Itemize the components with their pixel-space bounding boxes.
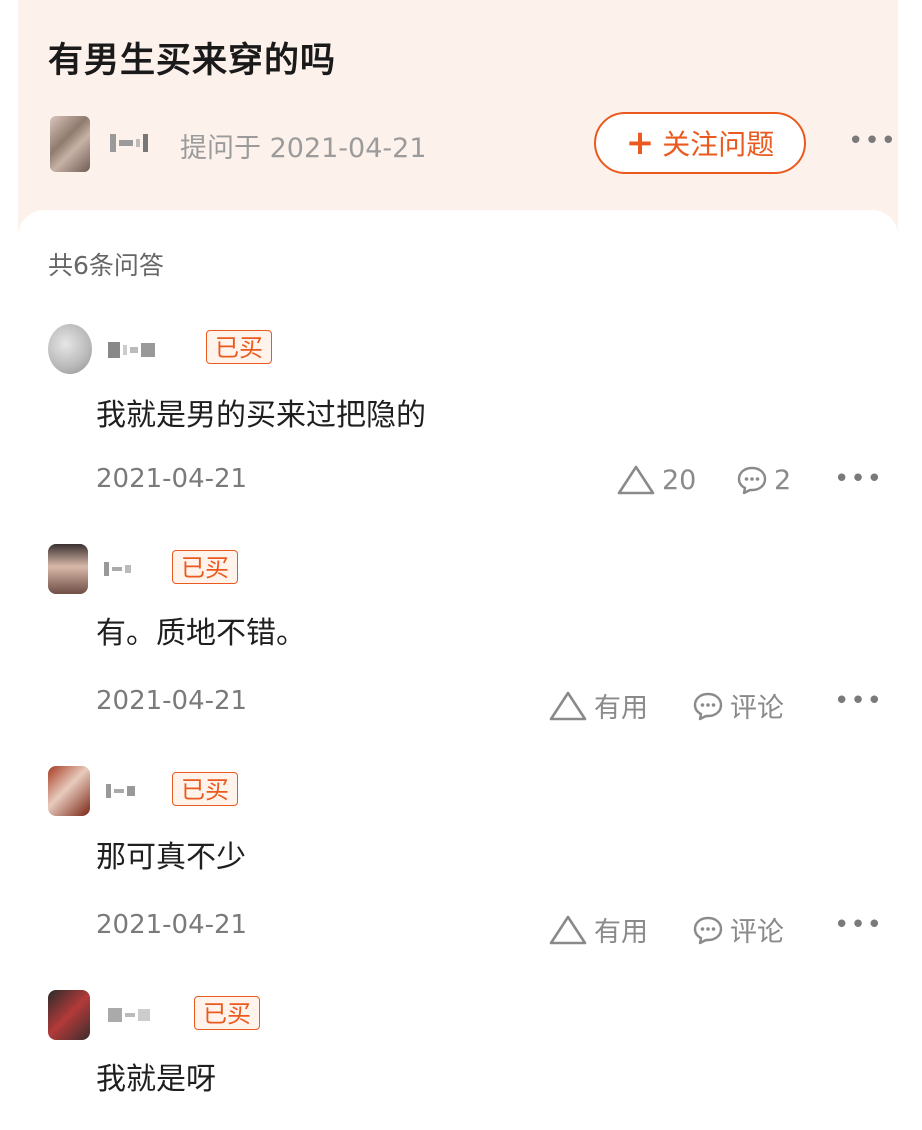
question-header: 有男生买来穿的吗 提问于 2021-04-21 + 关注问题 ••• [18, 0, 898, 240]
answer-meta: 2021-04-21 20 2 ••• [96, 464, 888, 504]
answers-count: 共6条问答 [48, 251, 164, 280]
useful-button[interactable]: 有用 [548, 686, 648, 725]
question-title: 有男生买来穿的吗 [48, 41, 337, 81]
comment-count: 2 [774, 464, 792, 496]
answerer-avatar[interactable] [48, 324, 92, 374]
comment-bubble-icon [693, 916, 723, 944]
bought-badge: 已买 [172, 772, 238, 806]
answer-header: 已买 [48, 766, 888, 822]
answer-text: 我就是呀 [96, 1062, 216, 1097]
comment-label: 评论 [730, 693, 784, 724]
answer-item: 已买 我就是呀 [48, 990, 888, 1097]
triangle-useful-icon [617, 465, 655, 495]
comment-label: 评论 [730, 917, 784, 948]
asked-date: 提问于 2021-04-21 [180, 133, 427, 164]
answer-date: 2021-04-21 [96, 464, 248, 494]
answers-card: 共6条问答 已买 我就是男的买来过把隐的 2021-04-21 20 2 ••• [18, 210, 898, 1130]
answer-meta: 2021-04-21 有用 评论 ••• [96, 910, 888, 950]
answer-item: 已买 那可真不少 2021-04-21 有用 评论 ••• [48, 766, 888, 948]
answer-header: 已买 [48, 544, 888, 600]
plus-icon: + [625, 123, 655, 163]
answerer-avatar[interactable] [48, 544, 88, 594]
follow-question-label: 关注问题 [662, 128, 775, 161]
asker-name-blurred [110, 134, 148, 152]
answerer-avatar[interactable] [48, 766, 90, 816]
answerer-avatar[interactable] [48, 990, 90, 1040]
answer-text: 那可真不少 [96, 840, 246, 875]
asker-avatar[interactable] [50, 116, 90, 172]
follow-question-button[interactable]: + 关注问题 [594, 112, 806, 174]
triangle-useful-icon [549, 691, 587, 720]
bought-badge: 已买 [172, 550, 238, 584]
answer-header: 已买 [48, 324, 888, 380]
more-options-icon[interactable]: ••• [848, 126, 897, 156]
comment-button[interactable]: 评论 [692, 910, 784, 949]
more-options-icon[interactable]: ••• [834, 910, 883, 940]
comment-bubble-icon [693, 692, 723, 720]
more-options-icon[interactable]: ••• [834, 464, 883, 494]
answer-header: 已买 [48, 990, 888, 1046]
useful-button[interactable]: 有用 [548, 910, 648, 949]
answer-meta: 2021-04-21 有用 评论 ••• [96, 686, 888, 726]
answerer-name-blurred [108, 1008, 150, 1022]
more-options-icon[interactable]: ••• [834, 686, 883, 716]
bought-badge: 已买 [206, 330, 272, 364]
answer-item: 已买 有。质地不错。 2021-04-21 有用 评论 ••• [48, 544, 888, 724]
answerer-name-blurred [106, 784, 135, 798]
triangle-useful-icon [549, 915, 587, 944]
asker-row: 提问于 2021-04-21 + 关注问题 ••• [50, 112, 896, 174]
comment-bubble-icon [737, 466, 767, 495]
answer-date: 2021-04-21 [96, 910, 248, 940]
answer-date: 2021-04-21 [96, 686, 248, 716]
useful-button[interactable]: 20 [616, 464, 696, 496]
answer-item: 已买 我就是男的买来过把隐的 2021-04-21 20 2 ••• [48, 324, 888, 496]
bought-badge: 已买 [194, 996, 260, 1030]
comment-button[interactable]: 2 [736, 464, 791, 496]
useful-label: 有用 [594, 693, 648, 724]
answerer-name-blurred [104, 562, 131, 576]
answer-text: 有。质地不错。 [96, 616, 306, 651]
useful-count: 20 [662, 464, 697, 496]
answer-text: 我就是男的买来过把隐的 [96, 398, 426, 433]
useful-label: 有用 [594, 917, 648, 948]
comment-button[interactable]: 评论 [692, 686, 784, 725]
answerer-name-blurred [108, 342, 155, 358]
